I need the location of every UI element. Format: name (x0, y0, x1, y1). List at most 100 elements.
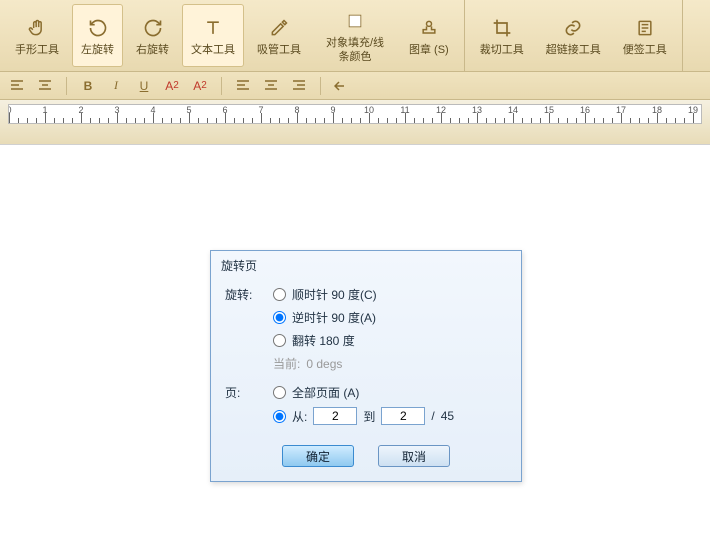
ruler-number: 15 (544, 105, 554, 115)
radio-label: 顺时针 90 度(C) (292, 286, 377, 303)
radio-flip-180[interactable]: 翻转 180 度 (273, 332, 507, 349)
align-left2-icon[interactable] (232, 75, 254, 97)
radio-from-input[interactable] (273, 410, 286, 423)
radio-label: 全部页面 (A) (292, 384, 359, 401)
rotate-options: 顺时针 90 度(C) 逆时针 90 度(A) 翻转 180 度 当前: 0 d… (273, 286, 507, 372)
tool-link[interactable]: 超链接工具 (537, 4, 610, 67)
ruler-number: 16 (580, 105, 590, 115)
note-icon (633, 16, 657, 40)
radio-cw-90[interactable]: 顺时针 90 度(C) (273, 286, 507, 303)
ruler-number: 14 (508, 105, 518, 115)
ruler-number: 19 (688, 105, 698, 115)
tool-label: 右旋转 (136, 44, 169, 57)
tool-hand[interactable]: 手形工具 (6, 4, 68, 67)
page-section: 页: 全部页面 (A) 从: 到 / 45 (225, 384, 507, 425)
fill-color-icon (343, 9, 367, 33)
total-pages: 45 (441, 409, 454, 423)
ruler-number: 12 (436, 105, 446, 115)
tool-label: 便签工具 (623, 44, 667, 57)
ruler-number: 1 (42, 105, 47, 115)
hand-icon (25, 16, 49, 40)
rotate-ccw-icon (86, 16, 110, 40)
ruler-number: 17 (616, 105, 626, 115)
separator (66, 77, 67, 95)
dialog-buttons: 确定 取消 (225, 437, 507, 467)
bold-button[interactable]: B (77, 75, 99, 97)
separator (221, 77, 222, 95)
current-label: 当前: (273, 355, 300, 372)
radio-all-pages[interactable]: 全部页面 (A) (273, 384, 507, 401)
tool-stamp[interactable]: 图章 (S) (400, 4, 458, 67)
tool-note[interactable]: 便签工具 (614, 4, 676, 67)
stamp-icon (417, 16, 441, 40)
ruler-number: 3 (114, 105, 119, 115)
ruler-number: 8 (294, 105, 299, 115)
radio-page-range: 从: 到 / 45 (273, 407, 507, 425)
tool-label: 文本工具 (191, 44, 235, 57)
radio-ccw-90[interactable]: 逆时针 90 度(A) (273, 309, 507, 326)
underline-button[interactable]: U (133, 75, 155, 97)
ribbon-toolbar: 手形工具 左旋转 右旋转 文本工具 吸管工具 对象填充/线条颜色 图章 (S) 裁切工具 超链… (0, 0, 710, 72)
ruler-number: 7 (258, 105, 263, 115)
dialog-body: 旋转: 顺时针 90 度(C) 逆时针 90 度(A) 翻转 180 度 当前:… (211, 280, 521, 481)
align-center2-icon[interactable] (260, 75, 282, 97)
ruler-number: 4 (150, 105, 155, 115)
tool-rotate-ccw[interactable]: 左旋转 (72, 4, 123, 67)
align-left-icon[interactable] (6, 75, 28, 97)
page-options: 全部页面 (A) 从: 到 / 45 (273, 384, 507, 425)
to-page-input[interactable] (381, 407, 425, 425)
ruler-number: 0 (8, 105, 12, 115)
ruler-number: 5 (186, 105, 191, 115)
radio-label: 翻转 180 度 (292, 332, 355, 349)
ruler-number: 2 (78, 105, 83, 115)
to-label: 到 (363, 408, 375, 425)
rotate-label: 旋转: (225, 286, 273, 372)
ok-button[interactable]: 确定 (282, 445, 354, 467)
tool-fill-color[interactable]: 对象填充/线条颜色 (314, 4, 396, 67)
tool-label: 左旋转 (81, 44, 114, 57)
tool-label: 吸管工具 (257, 44, 301, 57)
ruler-number: 18 (652, 105, 662, 115)
tool-eyedropper[interactable]: 吸管工具 (248, 4, 310, 67)
tool-label: 裁切工具 (480, 44, 524, 57)
radio-flip-180-input[interactable] (273, 334, 286, 347)
tool-crop[interactable]: 裁切工具 (471, 4, 533, 67)
undo-icon[interactable] (331, 75, 353, 97)
subscript-button[interactable]: A2 (189, 75, 211, 97)
rotate-cw-icon (141, 16, 165, 40)
radio-ccw-90-input[interactable] (273, 311, 286, 324)
from-label: 从: (292, 408, 307, 425)
text-icon (201, 16, 225, 40)
radio-all-pages-input[interactable] (273, 386, 286, 399)
tool-label: 手形工具 (15, 44, 59, 57)
tool-rotate-cw[interactable]: 右旋转 (127, 4, 178, 67)
radio-cw-90-input[interactable] (273, 288, 286, 301)
ruler-number: 13 (472, 105, 482, 115)
link-icon (561, 16, 585, 40)
radio-label: 逆时针 90 度(A) (292, 309, 376, 326)
rotate-section: 旋转: 顺时针 90 度(C) 逆时针 90 度(A) 翻转 180 度 当前:… (225, 286, 507, 372)
separator (320, 77, 321, 95)
ruler-area: 01234567891011121314151617181920 (0, 100, 710, 145)
ruler-number: 11 (400, 105, 409, 115)
dialog-title: 旋转页 (211, 251, 521, 280)
ribbon-group: 手形工具 左旋转 右旋转 文本工具 吸管工具 对象填充/线条颜色 图章 (S) (0, 0, 465, 71)
tool-label: 超链接工具 (546, 44, 601, 57)
page-label: 页: (225, 384, 273, 425)
italic-button[interactable]: I (105, 75, 127, 97)
ribbon-group: 裁切工具 超链接工具 便签工具 (465, 0, 683, 71)
align-right-icon[interactable] (288, 75, 310, 97)
superscript-button[interactable]: A2 (161, 75, 183, 97)
slash: / (431, 409, 434, 423)
tool-label: 图章 (S) (409, 44, 449, 57)
rotate-page-dialog: 旋转页 旋转: 顺时针 90 度(C) 逆时针 90 度(A) 翻转 180 度… (210, 250, 522, 482)
cancel-button[interactable]: 取消 (378, 445, 450, 467)
eyedropper-icon (267, 16, 291, 40)
align-center-icon[interactable] (34, 75, 56, 97)
format-toolbar: B I U A2 A2 (0, 72, 710, 100)
ruler-number: 10 (364, 105, 374, 115)
tool-label: 对象填充/线条颜色 (323, 37, 387, 63)
current-degrees: 当前: 0 degs (273, 355, 507, 372)
from-page-input[interactable] (313, 407, 357, 425)
tool-text[interactable]: 文本工具 (182, 4, 244, 67)
